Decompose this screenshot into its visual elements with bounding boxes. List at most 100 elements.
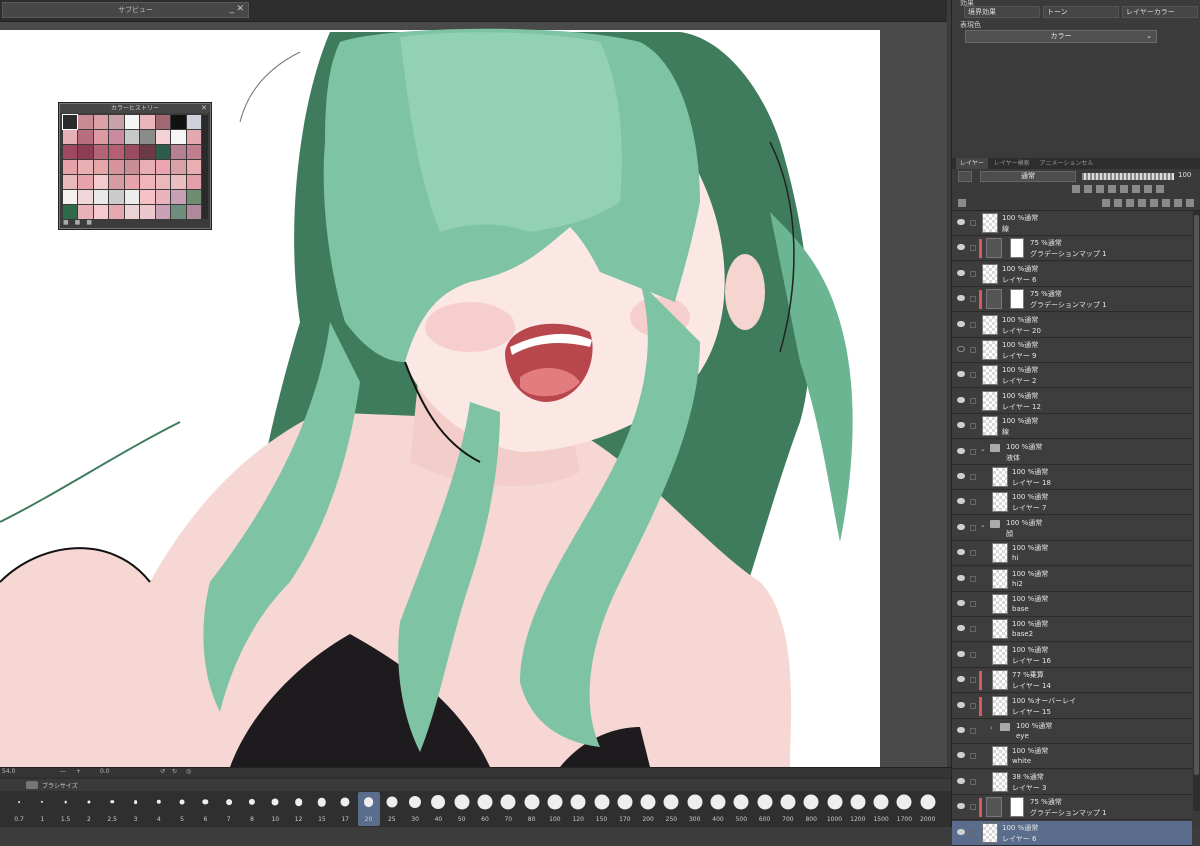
layer-row[interactable]: 38 %通常 レイヤー 3 — [952, 769, 1192, 795]
color-swatch[interactable] — [63, 175, 78, 189]
layer-row[interactable]: 100 %通常 レイヤー 6 — [952, 820, 1192, 846]
layer-lock-toggle[interactable] — [970, 804, 976, 811]
copy-layer-icon[interactable] — [1138, 199, 1146, 207]
brush-size-item[interactable]: 1700 — [893, 792, 915, 826]
eye-icon[interactable] — [957, 727, 965, 733]
layer-lock-toggle[interactable] — [970, 270, 976, 277]
layer-name[interactable]: レイヤー 2 — [1002, 376, 1036, 386]
reset-rotation-icon[interactable]: ◎ — [186, 768, 191, 775]
eye-icon[interactable] — [957, 244, 965, 251]
rotate-right-icon[interactable]: ↻ — [172, 768, 177, 775]
color-swatch[interactable] — [93, 130, 109, 144]
layer-lock-toggle[interactable] — [970, 448, 976, 455]
brush-size-item[interactable]: 1000 — [824, 792, 846, 826]
eye-icon[interactable] — [957, 269, 965, 276]
layer-row[interactable]: 100 %通常 レイヤー 7 — [952, 490, 1192, 516]
layer-name[interactable]: レイヤー 6 — [1002, 275, 1036, 285]
layer-row[interactable]: 100 %通常 base — [952, 592, 1192, 617]
color-swatch[interactable] — [171, 190, 186, 204]
eye-icon[interactable] — [957, 752, 965, 759]
color-swatch[interactable] — [140, 190, 155, 204]
settings-icon[interactable]: ■ — [75, 219, 81, 226]
color-swatch[interactable] — [155, 175, 171, 189]
brush-size-item[interactable]: 5 — [171, 792, 193, 826]
layer-name[interactable]: hi — [1012, 554, 1018, 562]
tab-layer-search[interactable]: レイヤー検索 — [990, 158, 1034, 169]
color-swatch[interactable] — [171, 160, 186, 174]
layer-row[interactable]: 100 %通常 レイヤー 20 — [952, 312, 1192, 338]
layer-row[interactable]: 100 %通常 レイヤー 12 — [952, 388, 1192, 414]
color-swatch[interactable] — [155, 190, 171, 204]
layer-row[interactable]: 75 %通常 グラデーションマップ 1 — [952, 795, 1192, 821]
brush-size-item[interactable]: 250 — [660, 792, 682, 826]
color-swatch[interactable] — [93, 160, 109, 174]
layer-thumbnail[interactable] — [992, 619, 1008, 640]
layer-name[interactable]: hi2 — [1012, 580, 1023, 588]
layer-row[interactable]: 100 %通常 hi2 — [952, 566, 1192, 592]
color-swatch[interactable] — [124, 175, 140, 189]
brush-size-item[interactable]: 0.7 — [8, 792, 30, 826]
layer-lock-toggle[interactable] — [970, 499, 976, 506]
layer-name[interactable]: レイヤー 6 — [1002, 834, 1036, 844]
layer-row[interactable]: 100 %通常 レイヤー 18 — [952, 465, 1192, 490]
layer-lock-toggle[interactable] — [970, 651, 976, 658]
color-swatch[interactable] — [186, 205, 201, 219]
layer-thumbnail[interactable] — [992, 467, 1008, 487]
layer-row[interactable]: 77 %乗算 レイヤー 14 — [952, 668, 1192, 694]
layer-row[interactable]: 100 %通常 レイヤー 9 — [952, 338, 1192, 363]
color-swatch[interactable] — [109, 145, 124, 159]
mask-add-icon[interactable] — [1162, 199, 1170, 207]
color-swatch[interactable] — [109, 115, 124, 129]
lock-transparent-icon[interactable] — [1120, 185, 1128, 193]
brush-size-item[interactable]: 1200 — [847, 792, 869, 826]
brush-size-item[interactable]: 200 — [637, 792, 659, 826]
color-swatch[interactable] — [109, 190, 124, 204]
layer-name[interactable]: レイヤー 16 — [1012, 656, 1051, 666]
opacity-slider[interactable] — [1082, 173, 1174, 180]
eye-icon[interactable] — [957, 600, 965, 606]
brush-size-item[interactable]: 6 — [194, 792, 216, 826]
brush-size-item[interactable]: 1.5 — [55, 792, 77, 826]
brush-size-item[interactable]: 600 — [754, 792, 776, 826]
layer-row[interactable]: 100 %通常線 — [952, 211, 1192, 236]
brush-size-item[interactable]: 50 — [451, 792, 473, 826]
layer-lock-toggle[interactable] — [970, 677, 976, 684]
color-swatch[interactable] — [186, 175, 201, 189]
color-swatch[interactable] — [63, 145, 78, 159]
layer-lock-toggle[interactable] — [970, 601, 976, 607]
layer-mask-thumbnail[interactable] — [1010, 289, 1024, 310]
layer-name[interactable]: white — [1012, 757, 1031, 765]
zoom-value[interactable]: 54.0 — [2, 768, 15, 775]
eye-icon[interactable] — [957, 549, 965, 556]
brush-size-item[interactable]: 15 — [311, 792, 333, 826]
brush-size-item[interactable]: 20 — [357, 792, 380, 826]
layer-lock-toggle[interactable] — [970, 778, 976, 785]
blend-mode-select[interactable]: 通常 — [980, 171, 1076, 182]
layer-thumbnail[interactable] — [992, 771, 1008, 792]
layer-mask-thumbnail[interactable] — [1010, 238, 1024, 259]
layer-row[interactable]: 100 %通常線 — [952, 414, 1192, 440]
color-swatch[interactable] — [78, 160, 93, 174]
new-vector-layer-icon[interactable] — [1114, 199, 1122, 207]
eye-icon[interactable] — [957, 777, 965, 784]
mask-icon[interactable] — [1132, 185, 1140, 193]
color-swatch[interactable] — [93, 115, 109, 129]
layer-lock-toggle[interactable] — [970, 829, 976, 836]
brush-size-item[interactable]: 80 — [521, 792, 543, 826]
color-swatch[interactable] — [140, 130, 155, 144]
layer-lock-toggle[interactable] — [970, 347, 976, 353]
layer-lock-toggle[interactable] — [970, 220, 976, 226]
color-swatch[interactable] — [93, 190, 109, 204]
menu-icon[interactable]: ■ — [86, 219, 92, 226]
layer-row[interactable]: ⌄ 100 %通常顔 — [952, 515, 1192, 541]
layer-lock-toggle[interactable] — [970, 702, 976, 709]
effect-border-button[interactable]: 境界効果 — [964, 6, 1040, 18]
color-swatch[interactable] — [140, 115, 155, 129]
layer-name[interactable]: eye — [1016, 732, 1029, 740]
color-swatch[interactable] — [124, 130, 140, 144]
brush-size-item[interactable]: 800 — [800, 792, 822, 826]
layer-row[interactable]: 100 %オーバーレイ レイヤー 15 — [952, 693, 1192, 719]
layer-thumbnail[interactable] — [992, 670, 1008, 691]
eye-icon[interactable] — [957, 828, 965, 835]
layer-lock-toggle[interactable] — [970, 524, 976, 531]
